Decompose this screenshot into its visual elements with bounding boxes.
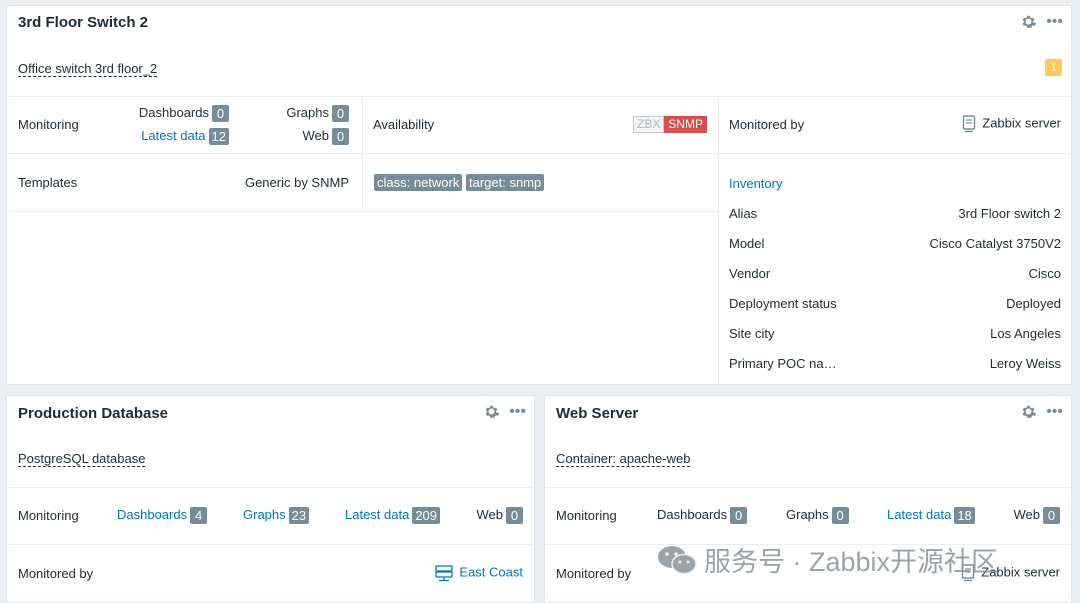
divider bbox=[7, 211, 718, 212]
web-count: 0 bbox=[332, 128, 349, 146]
latest-data-link[interactable]: Latest data 12 bbox=[141, 128, 229, 146]
watermark: 服务号 · Zabbix开源社区 bbox=[656, 540, 998, 579]
monitored-by-value[interactable]: East Coast bbox=[435, 564, 523, 582]
dashboards-link[interactable]: Dashboards 0 bbox=[657, 507, 748, 525]
divider bbox=[7, 487, 534, 488]
dashboards-label: Dashboards bbox=[117, 507, 188, 522]
graphs-link[interactable]: Graphs 0 bbox=[786, 507, 849, 525]
more-options-icon[interactable]: ••• bbox=[1046, 13, 1063, 29]
latest-data-count: 18 bbox=[954, 507, 975, 525]
monitoring-label: Monitoring bbox=[18, 508, 79, 523]
server-icon bbox=[963, 115, 976, 133]
more-options-icon[interactable]: ••• bbox=[509, 403, 526, 419]
monitored-by-label: Monitored by bbox=[556, 566, 632, 581]
graphs-count: 0 bbox=[332, 105, 349, 123]
zbx-indicator[interactable]: ZBX bbox=[633, 116, 665, 133]
latest-data-count: 209 bbox=[412, 507, 441, 525]
web-link[interactable]: Web 0 bbox=[302, 128, 349, 146]
inventory-link[interactable]: Inventory bbox=[729, 176, 782, 192]
widget-title: 3rd Floor Switch 2 bbox=[18, 14, 149, 31]
dashboards-count: 0 bbox=[730, 507, 748, 525]
inventory-field-name: Vendor bbox=[729, 266, 771, 281]
divider bbox=[7, 544, 534, 545]
graphs-label: Graphs bbox=[286, 105, 329, 120]
latest-data-label: Latest data bbox=[141, 128, 206, 143]
web-label: Web bbox=[302, 128, 330, 143]
templates-label: Templates bbox=[18, 175, 78, 190]
snmp-indicator[interactable]: SNMP bbox=[664, 116, 708, 133]
web-link[interactable]: Web 0 bbox=[1013, 507, 1060, 525]
graphs-link[interactable]: Graphs 0 bbox=[286, 105, 349, 123]
monitored-by-proxy: East Coast bbox=[459, 564, 523, 580]
widget-title: Web Server bbox=[556, 405, 639, 422]
web-count: 0 bbox=[506, 507, 523, 525]
gear-icon[interactable] bbox=[1020, 13, 1037, 30]
latest-data-count: 12 bbox=[208, 128, 229, 146]
dashboards-link[interactable]: Dashboards 4 bbox=[117, 507, 208, 525]
problems-badge[interactable]: 1 bbox=[1045, 59, 1062, 76]
latest-data-link[interactable]: Latest data 209 bbox=[345, 507, 441, 525]
dashboards-count: 0 bbox=[212, 105, 229, 123]
latest-data-link[interactable]: Latest data 18 bbox=[887, 507, 975, 525]
divider bbox=[362, 96, 363, 211]
wechat-icon bbox=[658, 545, 697, 574]
divider bbox=[7, 96, 1071, 97]
monitoring-label: Monitoring bbox=[18, 117, 79, 132]
monitored-by-value: Zabbix server bbox=[962, 115, 1061, 133]
inventory-field-value: 3rd Floor switch 2 bbox=[958, 206, 1061, 221]
dashboards-label: Dashboards bbox=[138, 105, 209, 120]
inventory-field-value: Leroy Weiss bbox=[989, 356, 1061, 371]
web-label: Web bbox=[1013, 507, 1041, 522]
host-description: PostgreSQL database bbox=[18, 451, 146, 467]
divider bbox=[718, 96, 719, 384]
dashboards-link[interactable]: Dashboards 0 bbox=[138, 105, 229, 123]
gear-icon[interactable] bbox=[1020, 403, 1037, 420]
more-options-icon[interactable]: ••• bbox=[1046, 403, 1063, 419]
tag-item[interactable]: target: snmp bbox=[466, 174, 545, 191]
inventory-field-name: Deployment status bbox=[729, 296, 837, 311]
watermark-text: 服务号 · Zabbix开源社区 bbox=[704, 547, 999, 577]
availability-label: Availability bbox=[373, 117, 435, 132]
graphs-count: 23 bbox=[288, 507, 310, 525]
latest-data-label: Latest data bbox=[345, 507, 410, 522]
web-label: Web bbox=[476, 507, 504, 522]
inventory-field-name: Site city bbox=[729, 326, 775, 341]
web-count: 0 bbox=[1043, 507, 1060, 525]
host-tags: class: network target: snmp bbox=[374, 174, 545, 191]
inventory-field-value: Los Angeles bbox=[990, 326, 1061, 341]
monitored-by-server: Zabbix server bbox=[982, 115, 1061, 131]
web-link[interactable]: Web 0 bbox=[476, 507, 523, 525]
host-card-database: Production Database ••• PostgreSQL datab… bbox=[6, 395, 535, 603]
inventory-field-name: Alias bbox=[729, 206, 758, 221]
inventory-field-value: Cisco bbox=[1028, 266, 1061, 281]
monitoring-label: Monitoring bbox=[556, 508, 617, 523]
template-generic-snmp[interactable]: Generic by SNMP bbox=[245, 175, 349, 191]
dashboards-label: Dashboards bbox=[657, 507, 728, 522]
host-card-switch: 3rd Floor Switch 2 ••• Office switch 3rd… bbox=[6, 5, 1072, 385]
gear-icon[interactable] bbox=[483, 403, 500, 420]
graphs-count: 0 bbox=[831, 507, 849, 525]
widget-title: Production Database bbox=[18, 405, 169, 422]
availability-indicators: ZBX SNMP bbox=[633, 116, 708, 133]
graphs-label: Graphs bbox=[786, 507, 829, 522]
graphs-label: Graphs bbox=[243, 507, 286, 522]
widget-tools: ••• bbox=[1020, 13, 1063, 30]
inventory-field-value: Cisco Catalyst 3750V2 bbox=[929, 236, 1061, 251]
widget-tools: ••• bbox=[483, 403, 526, 420]
divider bbox=[718, 153, 1071, 154]
divider bbox=[545, 487, 1071, 488]
host-description: Container: apache-web bbox=[556, 451, 691, 467]
dashboards-count: 4 bbox=[190, 507, 208, 525]
inventory-field-name: Primary POC na… bbox=[729, 356, 837, 371]
proxy-server-icon bbox=[435, 565, 454, 582]
host-description: Office switch 3rd floor_2 bbox=[18, 61, 158, 77]
inventory-field-value: Deployed bbox=[1006, 296, 1061, 311]
graphs-link[interactable]: Graphs 23 bbox=[243, 507, 310, 525]
widget-tools: ••• bbox=[1020, 403, 1063, 420]
inventory-field-name: Model bbox=[729, 236, 765, 251]
tag-item[interactable]: class: network bbox=[374, 174, 463, 191]
latest-data-label: Latest data bbox=[887, 507, 952, 522]
monitored-by-label: Monitored by bbox=[18, 566, 94, 581]
monitored-by-label: Monitored by bbox=[729, 117, 805, 132]
